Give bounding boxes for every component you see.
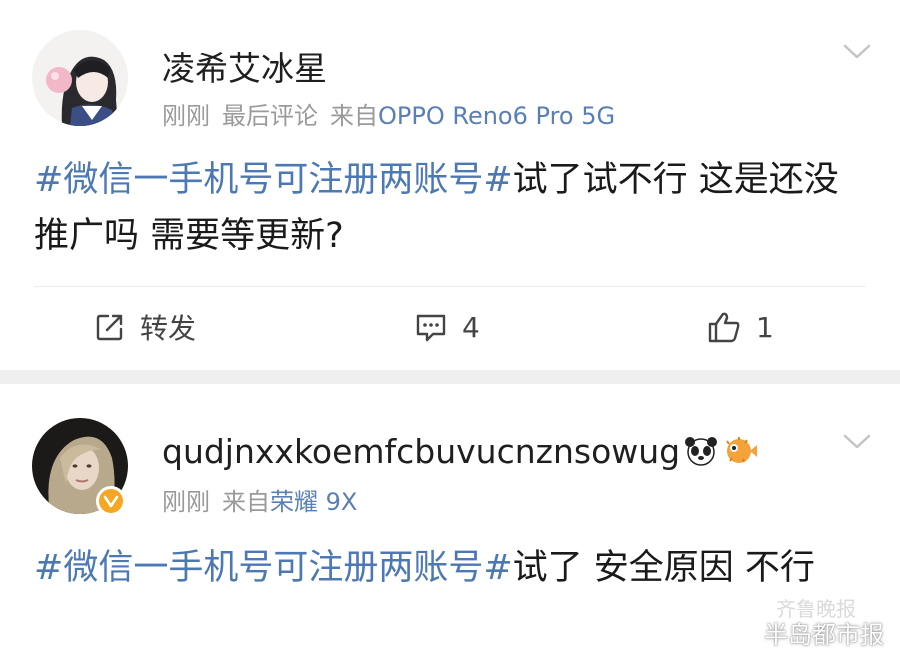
chevron-down-icon[interactable] [842,432,872,452]
chevron-down-icon[interactable] [842,42,872,62]
like-button[interactable]: 1 [706,300,774,354]
comment-icon [416,314,446,342]
repost-icon [96,314,123,341]
post-content: #微信一手机号可注册两账号#试了 安全原因 不行 [34,540,860,596]
post-card-1: 凌希艾冰星 刚刚 最后评论 来自OPPO Reno6 Pro 5G #微信一手机号可… [0,0,900,372]
last-comment-tag: 最后评论 [222,102,318,130]
pufferfish-emoji-icon [722,435,758,475]
source-prefix: 来自 [330,102,378,130]
post-text: 试了 安全原因 不行 [512,548,815,588]
comment-count: 4 [462,310,480,344]
post-content: #微信一手机号可注册两账号#试了试不行 这是还没推广吗 需要等更新? [34,152,860,264]
divider [34,286,866,287]
watermark: 齐鲁晚报 半岛都市报 [732,597,884,650]
post-time: 刚刚 [162,488,210,516]
avatar[interactable] [32,30,128,126]
repost-label: 转发 [140,312,197,345]
username-text: qudjnxxkoemfcbuvucnznsowug [162,432,681,471]
repost-button[interactable]: 转发 [94,300,196,354]
source-device[interactable]: OPPO Reno6 Pro 5G [378,102,615,130]
post-time: 刚刚 [162,102,210,130]
watermark-ghost-text: 齐鲁晚报 [776,597,856,621]
avatar-image [32,30,128,126]
like-count: 1 [756,310,774,344]
hashtag-link[interactable]: #微信一手机号可注册两账号# [34,160,513,200]
source-device[interactable]: 荣耀 9X [270,488,357,516]
hashtag-link[interactable]: #微信一手机号可注册两账号# [34,548,513,588]
post-meta: 刚刚 最后评论 来自OPPO Reno6 Pro 5G [162,96,615,131]
action-bar: 转发 4 1 [0,300,900,354]
panda-emoji-icon [684,435,718,475]
post-meta: 刚刚 来自荣耀 9X [162,482,357,517]
source-prefix: 来自 [222,488,270,516]
wechat-icon [732,622,758,643]
username[interactable]: qudjnxxkoemfcbuvucnznsowug [162,432,758,475]
username[interactable]: 凌希艾冰星 [162,42,327,90]
verified-badge-icon [96,486,126,516]
comment-button[interactable]: 4 [414,300,480,354]
like-icon [708,312,740,343]
